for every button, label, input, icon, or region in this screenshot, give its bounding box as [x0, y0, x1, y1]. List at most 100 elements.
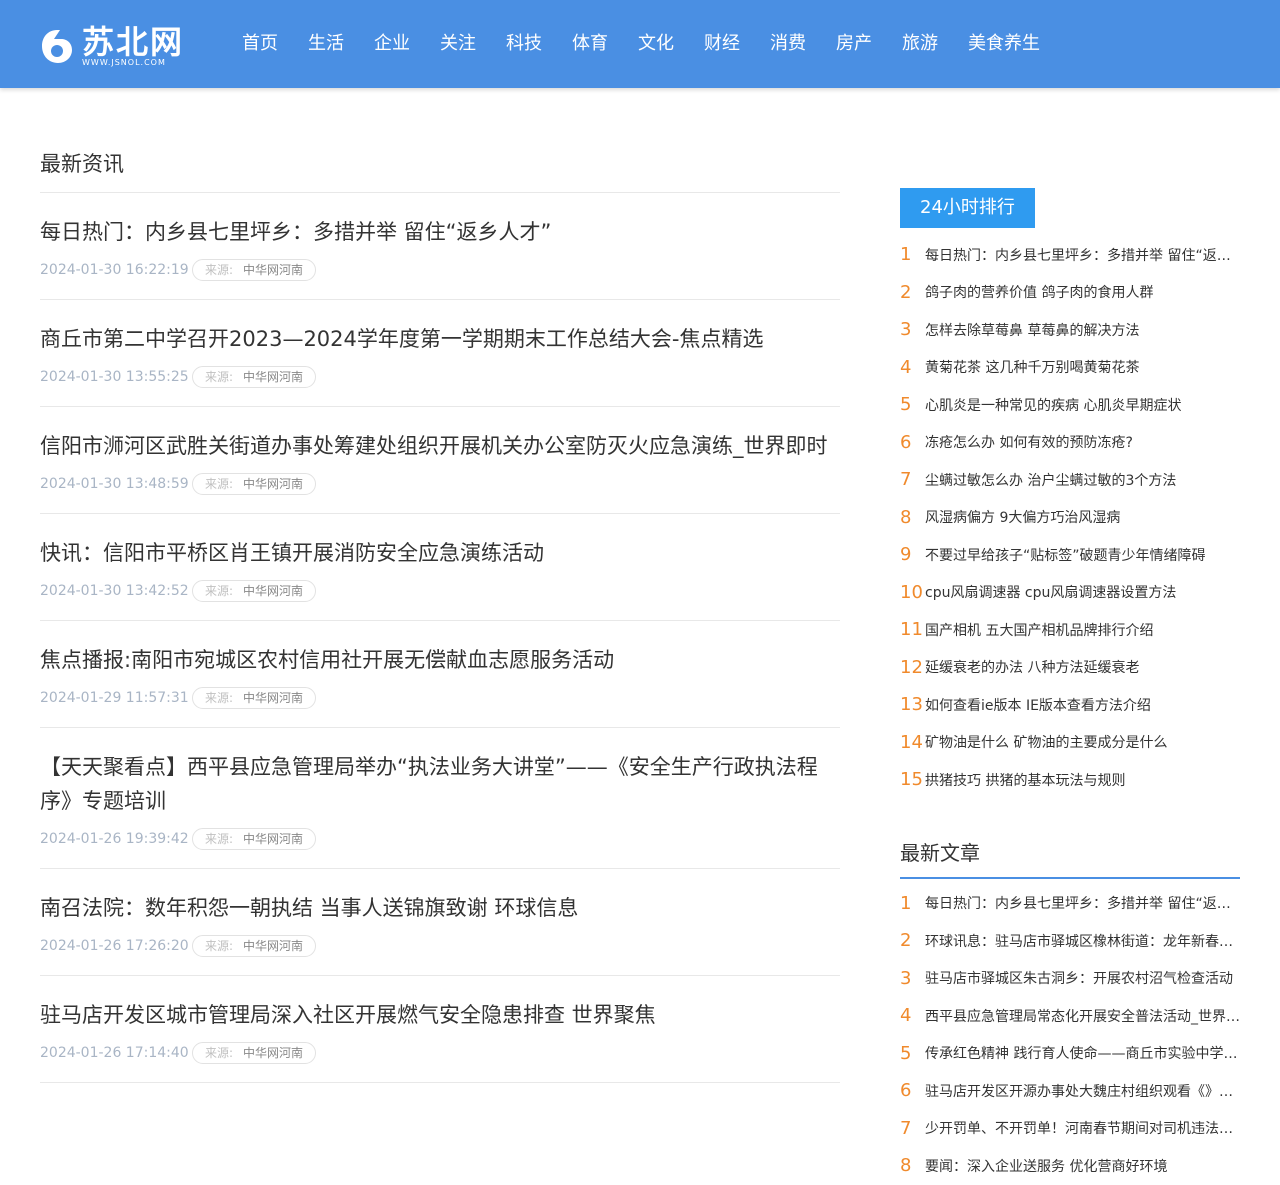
nav-item-enterprise[interactable]: 企业 — [374, 0, 410, 88]
nav-item-tech[interactable]: 科技 — [506, 0, 542, 88]
source-label: 来源: — [205, 370, 234, 384]
article-item: 商丘市第二中学召开2023—2024学年度第一学期期末工作总结大会-焦点精选 20… — [40, 300, 840, 407]
article-title[interactable]: 焦点播报:南阳市宛城区农村信用社开展无偿献血志愿服务活动 — [40, 643, 840, 677]
latest-link[interactable]: 要闻：深入企业送服务 优化营商好环境 — [925, 1156, 1167, 1176]
article-date: 2024-01-26 17:14:40 — [40, 1045, 189, 1061]
latest-link[interactable]: 西平县应急管理局常态化开展安全普法活动_世界热闻 — [925, 1006, 1240, 1026]
rank-item[interactable]: 14 矿物油是什么 矿物油的主要成分是什么 — [900, 724, 1240, 762]
rank-number: 8 — [900, 506, 912, 528]
site-logo[interactable]: 苏北网 WWW.JSNOL.COM — [40, 24, 190, 70]
rank-link[interactable]: 风湿病偏方 9大偏方巧治风湿病 — [925, 507, 1120, 527]
nav-item-focus[interactable]: 关注 — [440, 0, 476, 88]
nav-item-finance[interactable]: 财经 — [704, 0, 740, 88]
latest-item[interactable]: 8 要闻：深入企业送服务 优化营商好环境 — [900, 1147, 1240, 1185]
rank-item[interactable]: 12 延缓衰老的办法 八种方法延缓衰老 — [900, 649, 1240, 687]
latest-item[interactable]: 3 驻马店市驿城区朱古洞乡：开展农村沼气检查活动 — [900, 960, 1240, 998]
rank-item[interactable]: 10 cpu风扇调速器 cpu风扇调速器设置方法 — [900, 574, 1240, 612]
rank-item[interactable]: 11 国产相机 五大国产相机品牌排行介绍 — [900, 611, 1240, 649]
rank-item[interactable]: 5 心肌炎是一种常见的疾病 心肌炎早期症状 — [900, 386, 1240, 424]
article-item: 焦点播报:南阳市宛城区农村信用社开展无偿献血志愿服务活动 2024-01-29 1… — [40, 621, 840, 728]
article-item: 每日热门：内乡县七里坪乡：多措并举 留住“返乡人才” 2024-01-30 16:… — [40, 193, 840, 300]
rank-link[interactable]: 拱猪技巧 拱猪的基本玩法与规则 — [925, 770, 1125, 790]
article-title[interactable]: 南召法院：数年积怨一朝执结 当事人送锦旗致谢 环球信息 — [40, 891, 840, 925]
rank-item[interactable]: 4 黄菊花茶 这几种千万别喝黄菊花茶 — [900, 349, 1240, 387]
latest-number: 8 — [900, 1155, 912, 1177]
rank-link[interactable]: 不要过早给孩子“贴标签”破题青少年情绪障碍 — [925, 545, 1206, 565]
source-name: 中华网河南 — [243, 832, 304, 846]
section-title: 最新资讯 — [40, 150, 840, 193]
rank-link[interactable]: cpu风扇调速器 cpu风扇调速器设置方法 — [925, 582, 1176, 602]
rank-link[interactable]: 国产相机 五大国产相机品牌排行介绍 — [925, 620, 1153, 640]
nav-item-food[interactable]: 美食养生 — [968, 0, 1040, 88]
latest-item[interactable]: 4 西平县应急管理局常态化开展安全普法活动_世界热闻 — [900, 997, 1240, 1035]
latest-link[interactable]: 驻马店市驿城区朱古洞乡：开展农村沼气检查活动 — [925, 968, 1233, 988]
rank-number: 7 — [900, 469, 912, 491]
latest-link[interactable]: 环球讯息：驻马店市驿城区橡林街道：龙年新春送福送温暖 — [925, 931, 1240, 951]
latest-link[interactable]: 驻马店开发区开源办事处大魏庄村组织观看《》警示教育 — [925, 1081, 1240, 1101]
rank-item[interactable]: 13 如何查看ie版本 IE版本查看方法介绍 — [900, 686, 1240, 724]
article-title[interactable]: 商丘市第二中学召开2023—2024学年度第一学期期末工作总结大会-焦点精选 — [40, 322, 840, 356]
rank-link[interactable]: 如何查看ie版本 IE版本查看方法介绍 — [925, 695, 1151, 715]
latest-item[interactable]: 6 驻马店开发区开源办事处大魏庄村组织观看《》警示教育 — [900, 1072, 1240, 1110]
site-header: 苏北网 WWW.JSNOL.COM 首页 生活 企业 关注 科技 体育 文化 财… — [0, 0, 1280, 88]
tab-24h-rank[interactable]: 24小时排行 — [900, 188, 1035, 228]
rank-item[interactable]: 9 不要过早给孩子“贴标签”破题青少年情绪障碍 — [900, 536, 1240, 574]
latest-number: 1 — [900, 892, 912, 914]
rank-item[interactable]: 2 鸽子肉的营养价值 鸽子肉的食用人群 — [900, 274, 1240, 312]
rank-number: 1 — [900, 244, 912, 266]
nav-item-sports[interactable]: 体育 — [572, 0, 608, 88]
article-date: 2024-01-30 16:22:19 — [40, 262, 189, 278]
latest-number: 5 — [900, 1042, 912, 1064]
nav-item-travel[interactable]: 旅游 — [902, 0, 938, 88]
rank-item[interactable]: 7 尘螨过敏怎么办 治户尘螨过敏的3个方法 — [900, 461, 1240, 499]
article-title[interactable]: 每日热门：内乡县七里坪乡：多措并举 留住“返乡人才” — [40, 215, 840, 249]
nav-item-home[interactable]: 首页 — [242, 0, 278, 88]
source-label: 来源: — [205, 832, 234, 846]
rank-link[interactable]: 怎样去除草莓鼻 草莓鼻的解决方法 — [925, 320, 1139, 340]
latest-link[interactable]: 少开罚单、不开罚单！河南春节期间对司机违法行为 — [925, 1118, 1240, 1138]
latest-item[interactable]: 1 每日热门：内乡县七里坪乡：多措并举 留住“返乡人才” — [900, 885, 1240, 923]
article-title[interactable]: 【天天聚看点】西平县应急管理局举办“执法业务大讲堂”——《安全生产行政执法程序》… — [40, 750, 840, 818]
source-name: 中华网河南 — [243, 370, 304, 384]
latest-link[interactable]: 每日热门：内乡县七里坪乡：多措并举 留住“返乡人才” — [925, 893, 1240, 913]
latest-item[interactable]: 2 环球讯息：驻马店市驿城区橡林街道：龙年新春送福送温暖 — [900, 922, 1240, 960]
rank-link[interactable]: 鸽子肉的营养价值 鸽子肉的食用人群 — [925, 282, 1153, 302]
rank-item[interactable]: 6 冻疮怎么办 如何有效的预防冻疮? — [900, 424, 1240, 462]
source-label: 来源: — [205, 691, 234, 705]
rank-item[interactable]: 3 怎样去除草莓鼻 草莓鼻的解决方法 — [900, 311, 1240, 349]
nav-item-culture[interactable]: 文化 — [638, 0, 674, 88]
rank-link[interactable]: 黄菊花茶 这几种千万别喝黄菊花茶 — [925, 357, 1139, 377]
rank-link[interactable]: 尘螨过敏怎么办 治户尘螨过敏的3个方法 — [925, 470, 1176, 490]
logo-name: 苏北网 — [82, 23, 185, 61]
latest-link[interactable]: 传承红色精神 践行育人使命——商丘市实验中学开展活动 — [925, 1043, 1240, 1063]
rank-link[interactable]: 每日热门：内乡县七里坪乡：多措并举 留住“返乡人才” — [925, 245, 1240, 265]
nav-item-consumer[interactable]: 消费 — [770, 0, 806, 88]
article-meta: 2024-01-26 19:39:42 来源: 中华网河南 — [40, 828, 840, 850]
nav-item-realestate[interactable]: 房产 — [836, 0, 872, 88]
article-source: 来源: 中华网河南 — [192, 259, 317, 281]
nav-item-life[interactable]: 生活 — [308, 0, 344, 88]
article-meta: 2024-01-30 16:22:19 来源: 中华网河南 — [40, 259, 840, 281]
article-title[interactable]: 信阳市浉河区武胜关街道办事处筹建处组织开展机关办公室防灭火应急演练_世界即时 — [40, 429, 840, 463]
rank-item[interactable]: 15 拱猪技巧 拱猪的基本玩法与规则 — [900, 761, 1240, 799]
rank-link[interactable]: 延缓衰老的办法 八种方法延缓衰老 — [925, 657, 1139, 677]
source-name: 中华网河南 — [243, 263, 304, 277]
rank-item[interactable]: 1 每日热门：内乡县七里坪乡：多措并举 留住“返乡人才” — [900, 236, 1240, 274]
source-label: 来源: — [205, 477, 234, 491]
article-date: 2024-01-26 19:39:42 — [40, 831, 189, 847]
article-date: 2024-01-29 11:57:31 — [40, 690, 189, 706]
article-source: 来源: 中华网河南 — [192, 687, 317, 709]
rank-link[interactable]: 冻疮怎么办 如何有效的预防冻疮? — [925, 432, 1133, 452]
rank-link[interactable]: 心肌炎是一种常见的疾病 心肌炎早期症状 — [925, 395, 1181, 415]
latest-number: 6 — [900, 1080, 912, 1102]
article-title[interactable]: 驻马店开发区城市管理局深入社区开展燃气安全隐患排查 世界聚焦 — [40, 998, 840, 1032]
rank-item[interactable]: 8 风湿病偏方 9大偏方巧治风湿病 — [900, 499, 1240, 537]
article-item: 南召法院：数年积怨一朝执结 当事人送锦旗致谢 环球信息 2024-01-26 17… — [40, 869, 840, 976]
latest-item[interactable]: 7 少开罚单、不开罚单！河南春节期间对司机违法行为 — [900, 1110, 1240, 1148]
rank-link[interactable]: 矿物油是什么 矿物油的主要成分是什么 — [925, 732, 1167, 752]
rank-number: 5 — [900, 394, 912, 416]
latest-item[interactable]: 5 传承红色精神 践行育人使命——商丘市实验中学开展活动 — [900, 1035, 1240, 1073]
article-title[interactable]: 快讯：信阳市平桥区肖王镇开展消防安全应急演练活动 — [40, 536, 840, 570]
article-item: 驻马店开发区城市管理局深入社区开展燃气安全隐患排查 世界聚焦 2024-01-26… — [40, 976, 840, 1083]
article-source: 来源: 中华网河南 — [192, 1042, 317, 1064]
